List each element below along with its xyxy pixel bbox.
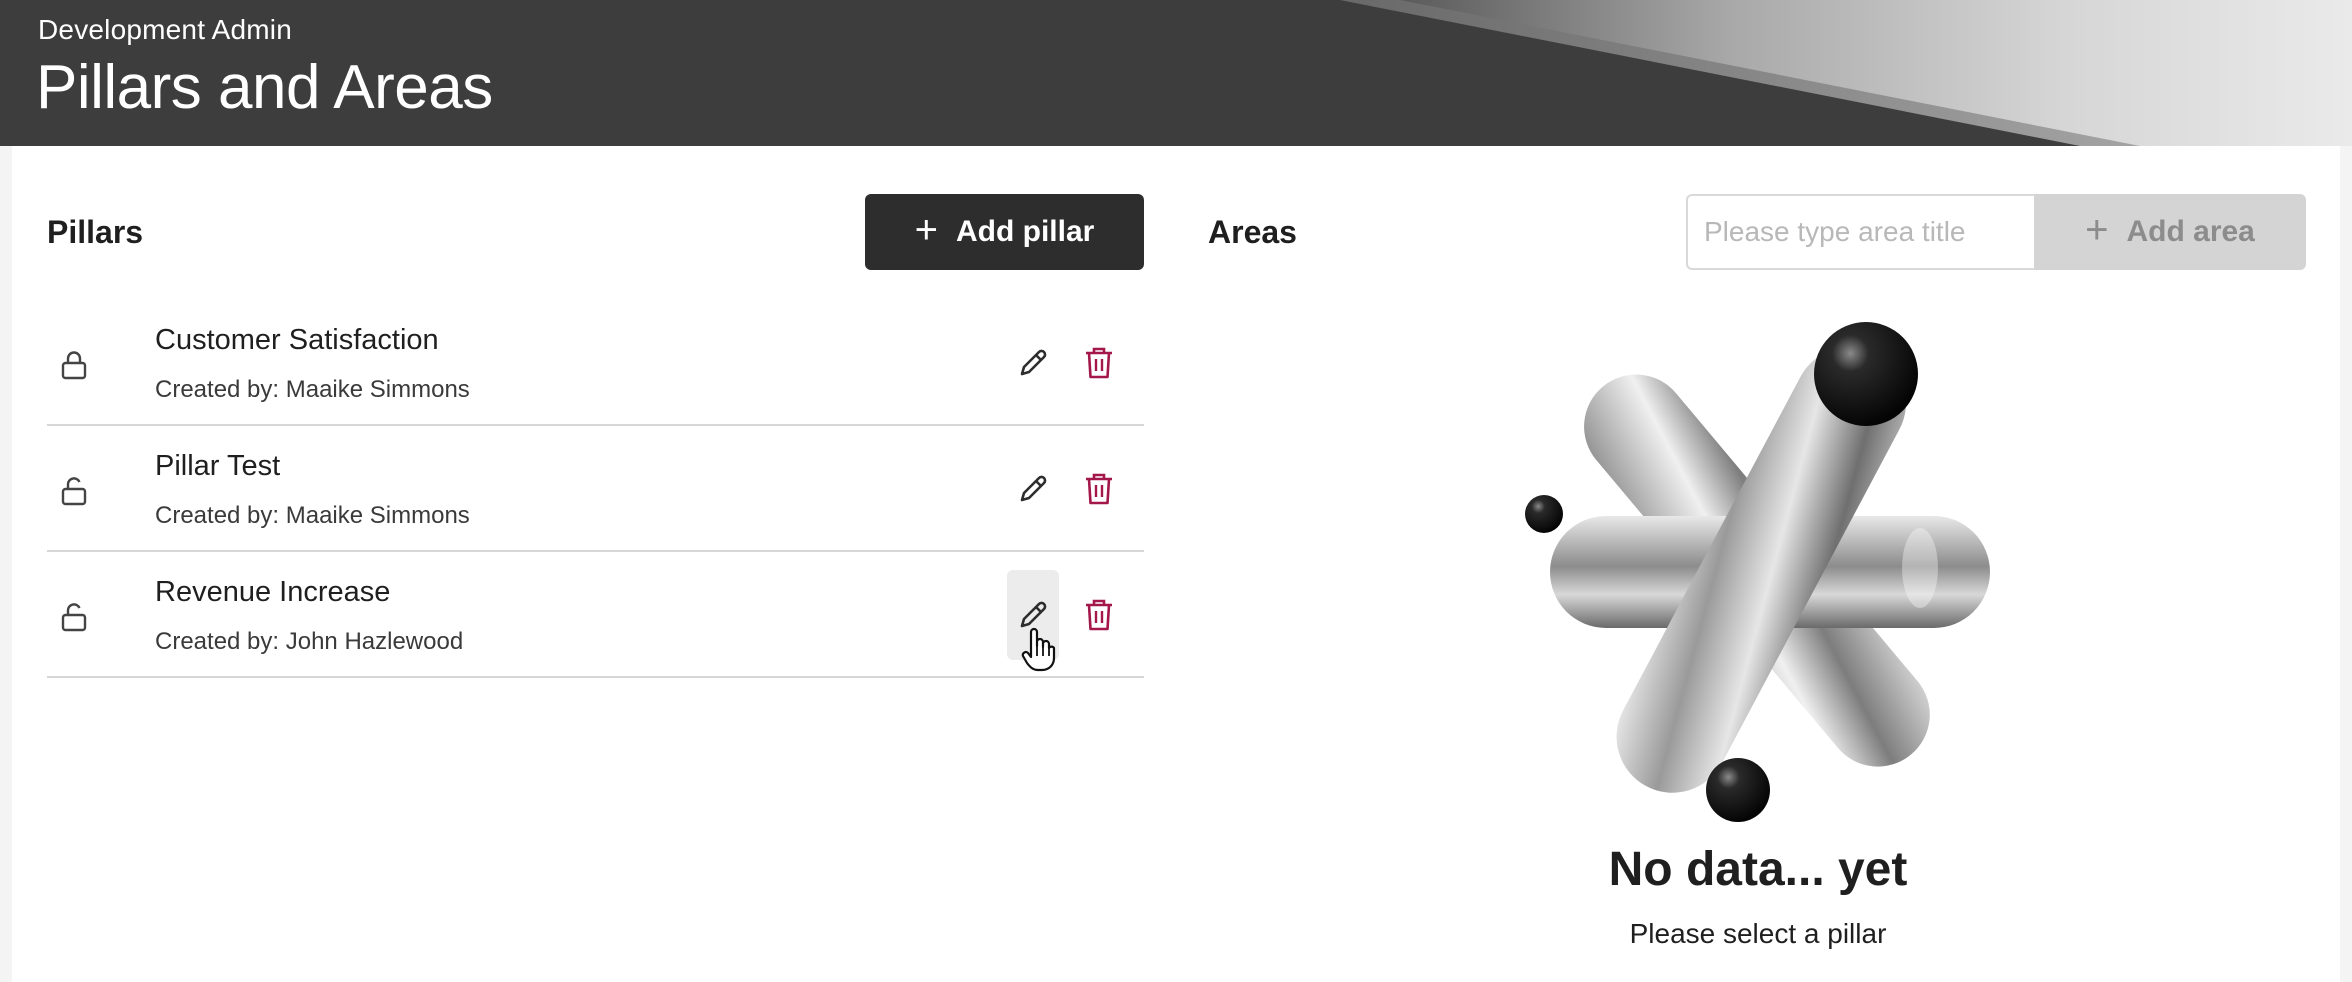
hand-cursor-icon [1021, 627, 1056, 672]
add-pillar-button[interactable]: + Add pillar [865, 194, 1144, 270]
add-area-button[interactable]: + Add area [2034, 194, 2306, 270]
add-area-label: Add area [2126, 215, 2255, 248]
app-subtitle: Development Admin [38, 14, 292, 45]
page-title: Pillars and Areas [36, 53, 493, 122]
lock-open-icon [61, 477, 87, 506]
plus-icon: + [2085, 208, 2109, 252]
pencil-icon [1020, 475, 1047, 502]
lock-closed-icon [61, 351, 87, 380]
lock-open-icon [61, 603, 87, 632]
pillar-name: Customer Satisfaction [155, 324, 439, 356]
pillar-creator: Created by: Maaike Simmons [155, 502, 470, 529]
pillar-creator: Created by: John Hazlewood [155, 628, 464, 655]
empty-state-title: No data... yet [1608, 843, 1908, 896]
empty-state-illustration [1525, 322, 1990, 822]
empty-state-subtitle: Please select a pillar [1629, 918, 1887, 949]
trash-icon [1086, 599, 1112, 631]
edit-pillar-button[interactable] [1007, 318, 1059, 408]
pillar-name: Pillar Test [155, 450, 281, 482]
pencil-icon [1020, 349, 1047, 376]
delete-pillar-button[interactable] [1079, 592, 1119, 638]
pillar-creator: Created by: Maaike Simmons [155, 376, 470, 403]
add-pillar-label: Add pillar [956, 215, 1095, 248]
pillar-row[interactable]: Revenue Increase Created by: John Hazlew… [47, 552, 1144, 678]
delete-pillar-button[interactable] [1079, 466, 1119, 512]
pillar-row[interactable]: Customer Satisfaction Created by: Maaike… [47, 300, 1144, 426]
trash-icon [1086, 347, 1112, 379]
page-header: Development Admin Pillars and Areas [0, 0, 2352, 146]
pillar-list: Customer Satisfaction Created by: Maaike… [47, 300, 1144, 678]
area-title-input[interactable] [1686, 194, 2034, 270]
areas-heading: Areas [1208, 214, 1297, 250]
pillar-row[interactable]: Pillar Test Created by: Maaike Simmons [47, 426, 1144, 552]
delete-pillar-button[interactable] [1079, 340, 1119, 386]
plus-icon: + [914, 208, 938, 252]
trash-icon [1086, 473, 1112, 505]
pillars-heading: Pillars [47, 214, 144, 250]
pillar-name: Revenue Increase [155, 576, 391, 608]
edit-pillar-button[interactable] [1007, 444, 1059, 534]
